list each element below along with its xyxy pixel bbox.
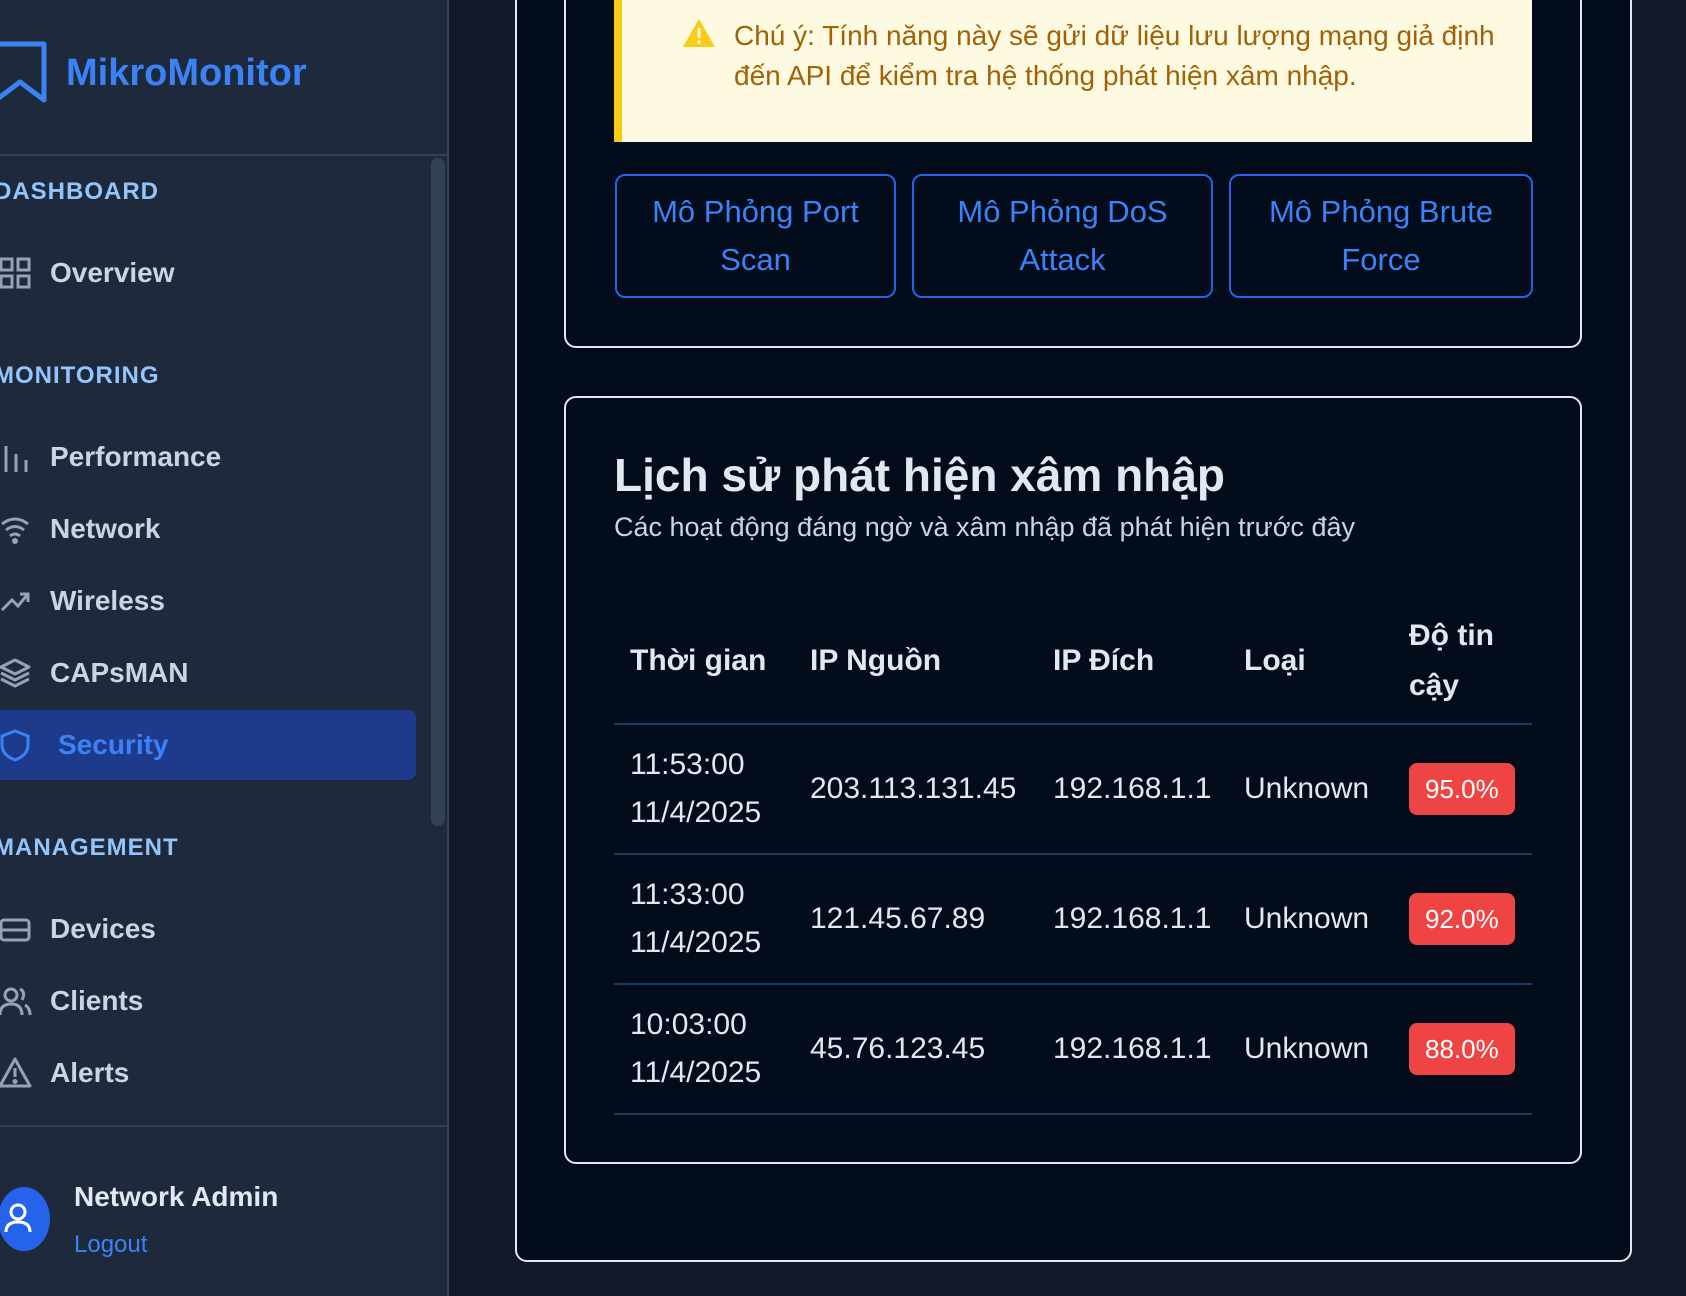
table-header-row: Thời gian IP Nguồn IP Đích Loại Độ tin c… bbox=[614, 598, 1532, 725]
simulate-port-scan-button[interactable]: Mô Phỏng Port Scan bbox=[615, 174, 896, 298]
logout-link[interactable]: Logout bbox=[74, 1231, 147, 1259]
table-row[interactable]: 11:53:00 11/4/2025 203.113.131.45 192.16… bbox=[614, 724, 1532, 855]
section-title-monitoring: MONITORING bbox=[0, 362, 160, 389]
app-name[interactable]: MikroMonitor bbox=[66, 52, 307, 95]
trending-up-icon bbox=[0, 592, 30, 612]
warning-text: Chú ý: Tính năng này sẽ gửi dữ liệu lưu … bbox=[734, 20, 1495, 91]
sidebar-item-label: Performance bbox=[50, 441, 222, 472]
sidebar: MikroMonitor DASHBOARD Overview MONITORI… bbox=[0, 0, 449, 1296]
brand: MikroMonitor bbox=[0, 0, 447, 156]
column-header-source-ip[interactable]: IP Nguồn bbox=[794, 598, 1037, 725]
users-icon bbox=[0, 987, 32, 1016]
sidebar-item-label: Overview bbox=[50, 257, 175, 288]
cell-destination-ip: 192.168.1.1 bbox=[1037, 854, 1228, 985]
confidence-badge: 92.0% bbox=[1409, 893, 1515, 945]
cell-source-ip: 45.76.123.45 bbox=[794, 984, 1037, 1115]
cell-confidence: 92.0% bbox=[1393, 854, 1532, 985]
sidebar-item-label: CAPsMAN bbox=[50, 657, 189, 688]
sidebar-item-label: Alerts bbox=[50, 1057, 130, 1088]
sidebar-item-overview[interactable]: Overview bbox=[0, 238, 416, 308]
column-header-type[interactable]: Loại bbox=[1228, 598, 1393, 725]
sidebar-item-capsman[interactable]: CAPsMAN bbox=[0, 638, 416, 708]
cell-time: 10:03:00 11/4/2025 bbox=[614, 984, 794, 1115]
section-title-management: MANAGEMENT bbox=[0, 834, 179, 861]
user-panel: Network Admin Logout bbox=[0, 1125, 447, 1296]
column-header-confidence[interactable]: Độ tin cậy bbox=[1393, 598, 1532, 725]
history-title: Lịch sử phát hiện xâm nhập bbox=[614, 449, 1225, 501]
warning-alert: Chú ý: Tính năng này sẽ gửi dữ liệu lưu … bbox=[614, 0, 1532, 142]
cell-source-ip: 203.113.131.45 bbox=[794, 724, 1037, 855]
grid-icon bbox=[0, 257, 31, 289]
user-icon bbox=[4, 1203, 32, 1233]
section-title-dashboard: DASHBOARD bbox=[0, 178, 159, 205]
confidence-badge: 88.0% bbox=[1409, 1023, 1515, 1075]
sidebar-item-label: Network bbox=[50, 513, 161, 544]
column-header-time[interactable]: Thời gian bbox=[614, 598, 794, 725]
app: MikroMonitor DASHBOARD Overview MONITORI… bbox=[0, 0, 1686, 1296]
cell-type: Unknown bbox=[1228, 984, 1393, 1115]
cell-type: Unknown bbox=[1228, 724, 1393, 855]
sidebar-item-alerts[interactable]: Alerts bbox=[0, 1038, 416, 1108]
history-subtitle: Các hoạt động đáng ngờ và xâm nhập đã ph… bbox=[614, 512, 1355, 542]
cell-confidence: 95.0% bbox=[1393, 724, 1532, 855]
sidebar-nav: DASHBOARD Overview MONITORING Performanc… bbox=[0, 158, 447, 1124]
cell-time: 11:33:00 11/4/2025 bbox=[614, 854, 794, 985]
main-content: Chú ý: Tính năng này sẽ gửi dữ liệu lưu … bbox=[451, 0, 1686, 1296]
sidebar-item-label: Clients bbox=[50, 985, 144, 1016]
table-row[interactable]: 10:03:00 11/4/2025 45.76.123.45 192.168.… bbox=[614, 984, 1532, 1115]
table-row[interactable]: 11:33:00 11/4/2025 121.45.67.89 192.168.… bbox=[614, 854, 1532, 985]
cell-destination-ip: 192.168.1.1 bbox=[1037, 984, 1228, 1115]
simulate-brute-force-button[interactable]: Mô Phỏng Brute Force bbox=[1229, 174, 1533, 298]
cell-source-ip: 121.45.67.89 bbox=[794, 854, 1037, 985]
sidebar-scrollbar[interactable] bbox=[431, 158, 445, 826]
shield-icon bbox=[0, 729, 30, 762]
sidebar-item-devices[interactable]: Devices bbox=[0, 894, 416, 964]
layers-icon bbox=[0, 658, 31, 688]
user-name: Network Admin bbox=[74, 1181, 279, 1212]
sidebar-item-label: Wireless bbox=[50, 585, 165, 616]
cell-type: Unknown bbox=[1228, 854, 1393, 985]
sidebar-item-security[interactable]: Security bbox=[0, 710, 416, 780]
intrusion-history-table: Thời gian IP Nguồn IP Đích Loại Độ tin c… bbox=[614, 598, 1532, 1115]
logo-icon bbox=[0, 41, 47, 103]
sidebar-item-network[interactable]: Network bbox=[0, 494, 416, 564]
cell-time: 11:53:00 11/4/2025 bbox=[614, 724, 794, 855]
sidebar-item-label: Devices bbox=[50, 913, 156, 944]
sidebar-item-wireless[interactable]: Wireless bbox=[0, 566, 416, 636]
alert-triangle-icon bbox=[0, 1057, 32, 1088]
confidence-badge: 95.0% bbox=[1409, 763, 1515, 815]
wifi-icon bbox=[1, 517, 29, 544]
server-icon bbox=[0, 918, 31, 942]
cell-confidence: 88.0% bbox=[1393, 984, 1532, 1115]
sidebar-item-label: Security bbox=[58, 729, 169, 760]
column-header-destination-ip[interactable]: IP Đích bbox=[1037, 598, 1228, 725]
simulate-dos-attack-button[interactable]: Mô Phỏng DoS Attack bbox=[912, 174, 1213, 298]
bar-chart-icon bbox=[4, 446, 28, 472]
warning-icon bbox=[683, 19, 715, 47]
intrusion-history-card: Lịch sử phát hiện xâm nhập Các hoạt động… bbox=[564, 396, 1582, 1164]
cell-destination-ip: 192.168.1.1 bbox=[1037, 724, 1228, 855]
sidebar-item-clients[interactable]: Clients bbox=[0, 966, 416, 1036]
sidebar-item-performance[interactable]: Performance bbox=[0, 422, 416, 492]
avatar[interactable] bbox=[0, 1187, 50, 1251]
